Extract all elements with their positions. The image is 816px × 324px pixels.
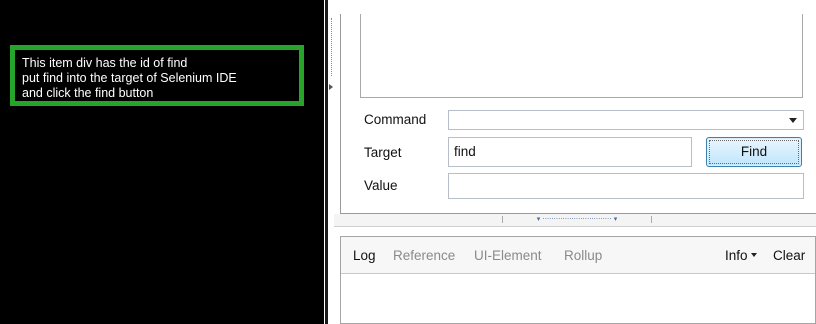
find-item-line-1: This item div has the id of find	[22, 56, 188, 70]
value-input[interactable]	[448, 173, 804, 199]
selenium-ide-panel: Command Target find Find Value ▾ ·······…	[334, 0, 816, 324]
resize-handle-icon[interactable]: ▾ ······························· ▾	[502, 216, 652, 223]
tab-reference[interactable]: Reference	[393, 248, 455, 263]
splitter-dots	[331, 18, 333, 76]
horizontal-splitter[interactable]: ▾ ······························· ▾	[334, 214, 816, 227]
tab-rollup[interactable]: Rollup	[564, 248, 602, 263]
find-button[interactable]: Find	[706, 137, 802, 167]
chevron-down-icon[interactable]	[789, 118, 797, 123]
chevron-down-icon	[750, 253, 757, 257]
log-panel: Log Reference UI-Element Rollup Info Cle…	[340, 236, 816, 324]
find-item-line-3: and click the find button	[22, 86, 154, 100]
command-select[interactable]	[448, 110, 804, 130]
find-item-line-2: put find into the target of Selenium IDE	[22, 71, 237, 85]
find-button-focus-ring	[709, 140, 799, 164]
command-tree-box[interactable]	[360, 14, 803, 98]
ide-top-strip	[334, 0, 816, 14]
clear-button[interactable]: Clear	[773, 248, 805, 263]
web-page-area: This item div has the id of find put fin…	[0, 0, 322, 324]
target-input[interactable]: find	[448, 137, 692, 167]
log-tab-bar: Log Reference UI-Element Rollup Info Cle…	[341, 237, 815, 274]
vertical-splitter[interactable]	[322, 0, 334, 324]
value-label: Value	[364, 178, 398, 193]
target-label: Target	[364, 145, 402, 160]
command-label: Command	[364, 112, 427, 127]
tab-ui-element[interactable]: UI-Element	[474, 248, 542, 263]
find-item-div[interactable]: This item div has the id of find put fin…	[10, 45, 304, 106]
info-label: Info	[725, 248, 748, 263]
info-dropdown[interactable]: Info	[725, 248, 757, 263]
splitter-grip[interactable]	[325, 0, 328, 324]
tab-log[interactable]: Log	[353, 248, 376, 263]
splitter-arrow-icon[interactable]	[329, 84, 333, 90]
